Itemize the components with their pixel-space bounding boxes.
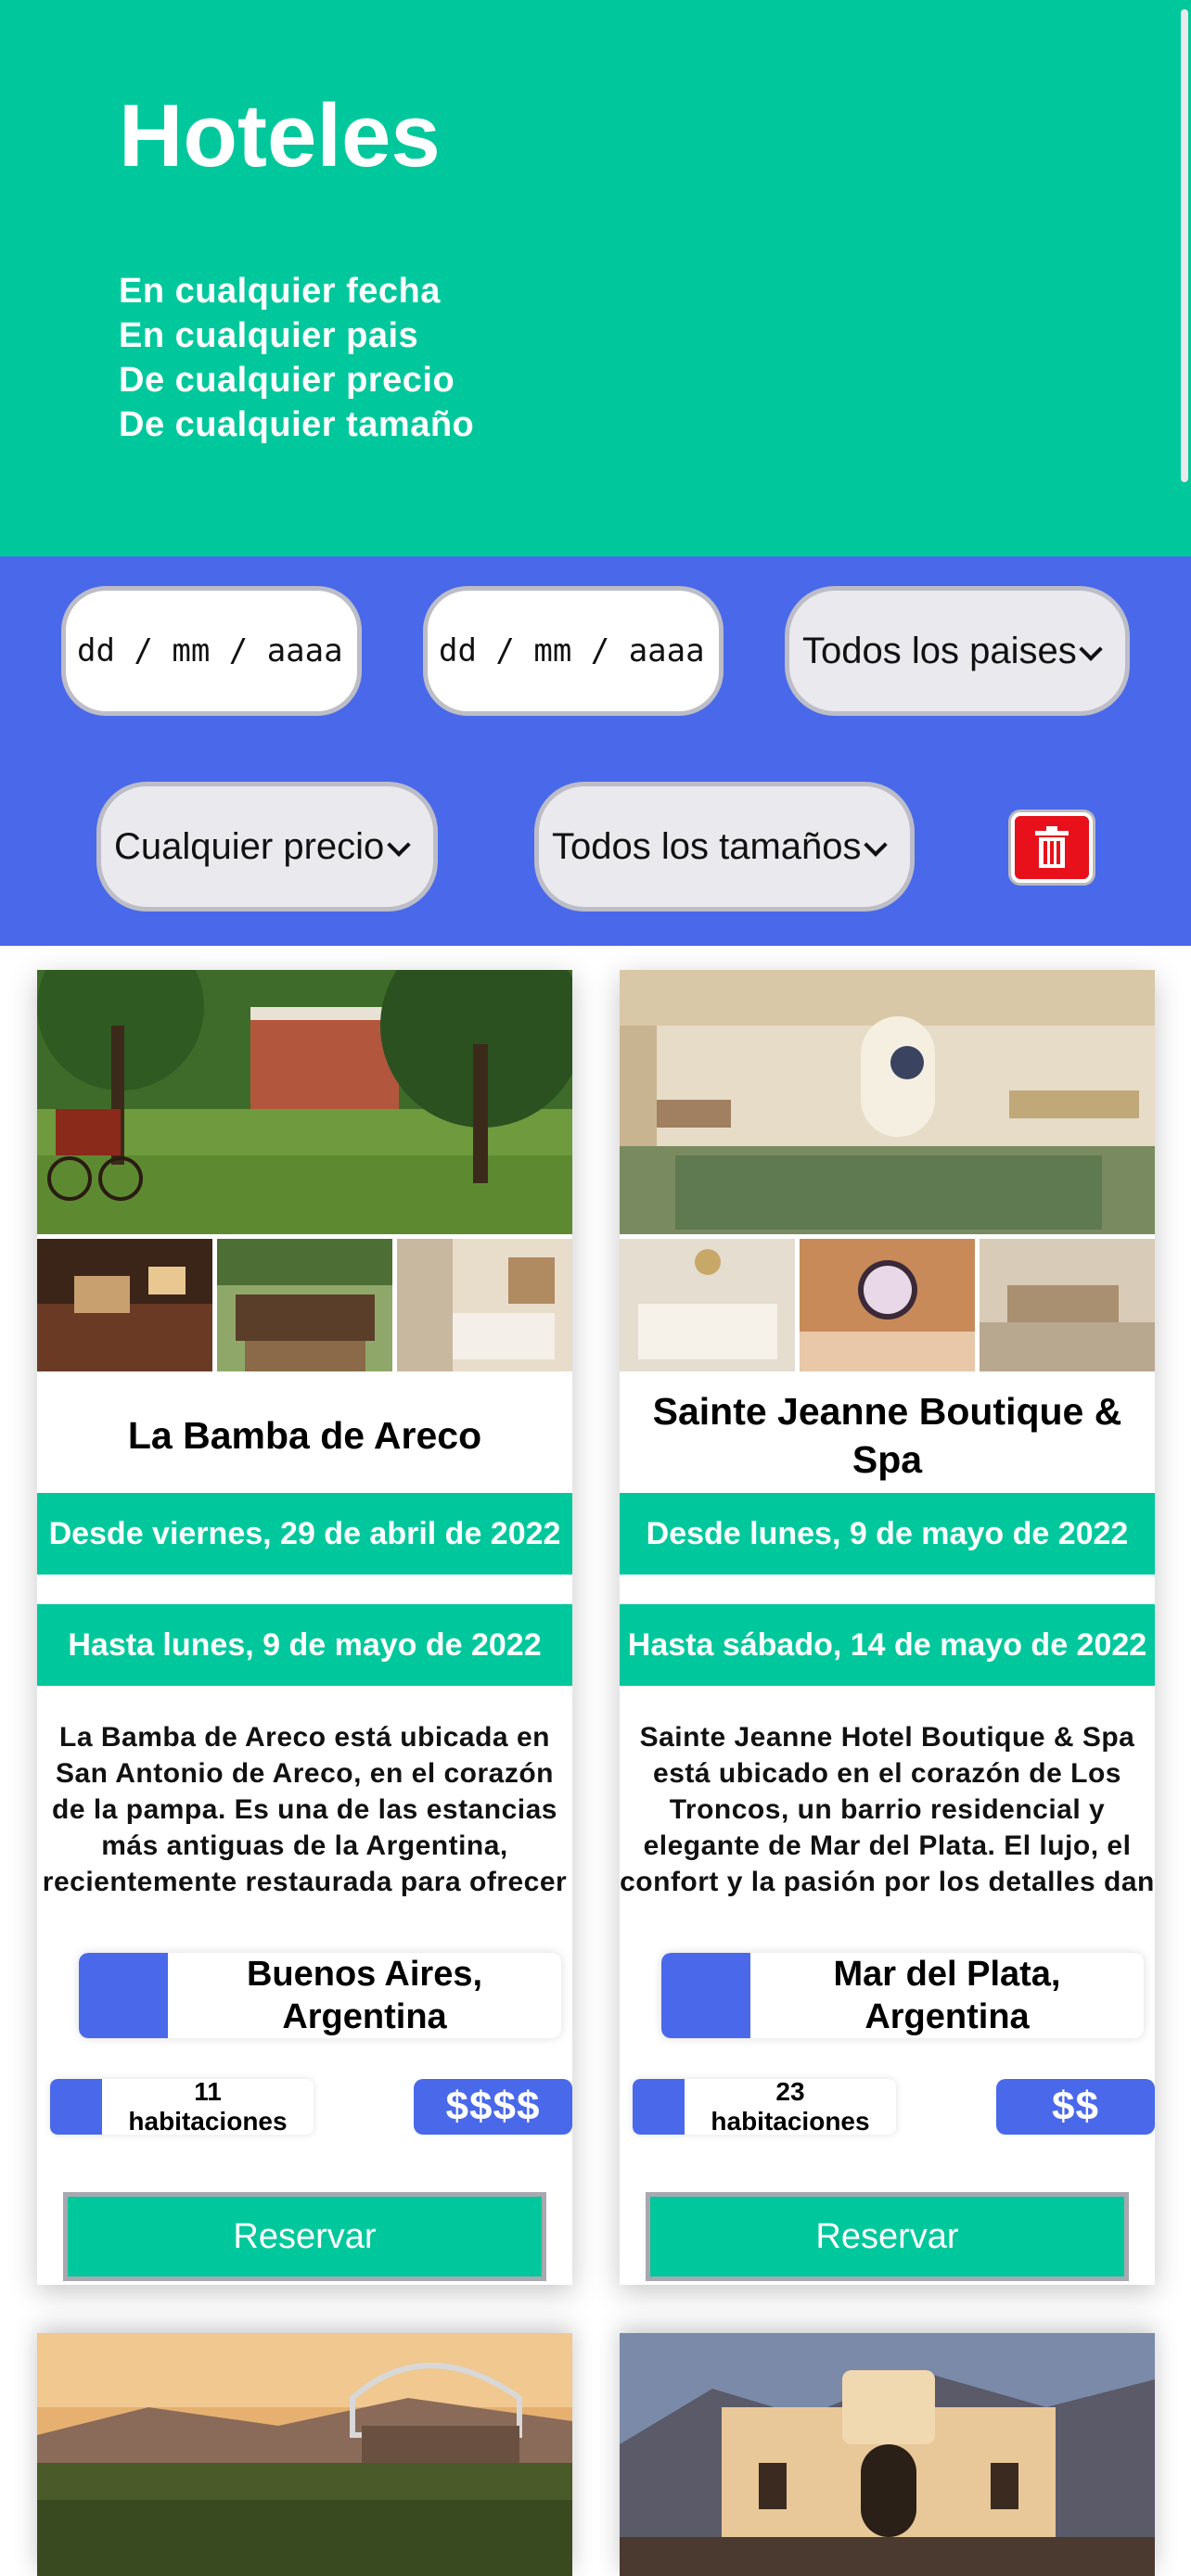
hotel-thumbnails [37,1239,572,1371]
hotel-main-photo [37,2333,572,2576]
hotel-description: La Bamba de Areco está ubicada en San An… [42,1722,568,1905]
rooms-text: 11 habitaciones [102,2079,314,2135]
rooms-badge: 11 habitaciones [50,2079,314,2135]
date-from-input[interactable]: dd / mm / aaaa [61,586,362,716]
thumbnail-photo [217,1239,392,1371]
rooms-color-swatch [50,2079,102,2135]
hotel-card: Sainte Jeanne Boutique & Spa Desde lunes… [620,970,1155,2285]
thumbnail-photo [800,1239,975,1371]
hotel-main-photo [37,970,572,1234]
hotel-description: Sainte Jeanne Hotel Boutique & Spa está … [620,1722,1155,1905]
page-title: Hoteles [119,86,441,185]
chevron-down-icon [1079,637,1103,661]
reserve-button[interactable]: Reservar [646,2192,1129,2281]
hotel-main-photo [620,2333,1155,2576]
location-color-swatch [79,1953,168,2038]
rooms-badge: 23 habitaciones [633,2079,896,2135]
date-to-band: Hasta sábado, 14 de mayo de 2022 [620,1604,1155,1686]
rooms-text: 23 habitaciones [685,2079,896,2135]
date-from-band: Desde viernes, 29 de abril de 2022 [37,1493,572,1575]
reserve-button[interactable]: Reservar [63,2192,546,2281]
size-select-value: Todos los tamaños [552,825,862,867]
hotel-name: Sainte Jeanne Boutique & Spa [652,1390,1122,1481]
tagline-size: De cualquier tamaño [119,405,475,444]
location-text: Buenos Aires, Argentina [246,1955,483,2036]
rooms-label: habitaciones [711,2107,870,2135]
country-select-value: Todos los paises [802,630,1077,671]
location-color-swatch [661,1953,750,2038]
price-badge: $$$$ [414,2079,572,2135]
hotel-thumbnails [620,1239,1155,1371]
date-to-input[interactable]: dd / mm / aaaa [423,586,724,716]
size-select[interactable]: Todos los tamaños [534,782,915,912]
thumbnail-photo [980,1239,1155,1371]
date-from-band: Desde lunes, 9 de mayo de 2022 [620,1493,1155,1575]
chevron-down-icon [387,833,411,857]
clear-filters-button[interactable] [1011,812,1093,883]
hotel-card-partial [620,2333,1155,2576]
hotel-card-partial [37,2333,572,2576]
hotel-main-photo [620,970,1155,1234]
hotel-card: La Bamba de Areco Desde viernes, 29 de a… [37,970,572,2285]
country-select[interactable]: Todos los paises [785,586,1130,716]
chevron-down-icon [864,833,888,857]
rooms-color-swatch [633,2079,685,2135]
thumbnail-photo [37,1239,212,1371]
thumbnail-photo [397,1239,572,1371]
hero-taglines: En cualquier fecha En cualquier pais De … [119,269,474,447]
price-badge: $$ [996,2079,1155,2135]
rooms-label: habitaciones [128,2107,288,2135]
tagline-date: En cualquier fecha [119,272,441,311]
hotel-name: La Bamba de Areco [127,1414,482,1457]
scrollbar-thumb[interactable] [1181,9,1188,482]
rooms-count: 23 [775,2079,805,2106]
thumbnail-photo [620,1239,795,1371]
location-badge: Buenos Aires, Argentina [79,1953,561,2038]
trash-icon [1035,826,1069,868]
tagline-price: De cualquier precio [119,361,455,400]
scrollbar[interactable] [1176,0,1191,556]
hero-banner: Hoteles En cualquier fecha En cualquier … [0,0,1191,556]
tagline-country: En cualquier pais [119,316,419,355]
price-select-value: Cualquier precio [114,825,385,867]
date-to-band: Hasta lunes, 9 de mayo de 2022 [37,1604,572,1686]
rooms-count: 11 [194,2079,222,2106]
location-badge: Mar del Plata, Argentina [661,1953,1144,2038]
location-text: Mar del Plata, Argentina [833,1955,1061,2036]
price-select[interactable]: Cualquier precio [96,782,438,912]
